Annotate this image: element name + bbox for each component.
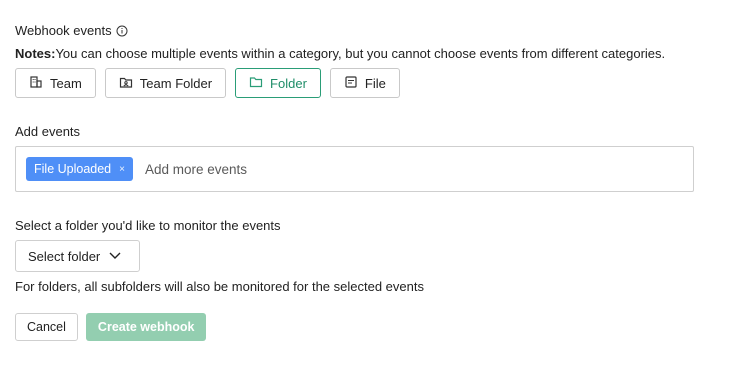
category-team-label: Team <box>50 75 82 91</box>
category-file-label: File <box>364 75 386 91</box>
file-icon <box>344 75 358 92</box>
category-team-folder-button[interactable]: Team Folder <box>104 68 227 98</box>
webhook-events-title: Webhook events <box>15 23 128 38</box>
events-input-box[interactable]: File Uploaded × <box>15 146 694 192</box>
category-file-button[interactable]: File <box>329 68 400 98</box>
event-chip-label: File Uploaded <box>34 162 112 176</box>
select-folder-text: Select folder <box>28 248 101 264</box>
cancel-button[interactable]: Cancel <box>15 313 78 341</box>
close-icon[interactable]: × <box>119 164 125 175</box>
add-more-events-input[interactable] <box>144 161 445 177</box>
notes: Notes:You can choose multiple events wit… <box>15 46 665 61</box>
chevron-down-icon <box>108 248 122 265</box>
category-folder-button[interactable]: Folder <box>235 68 321 98</box>
add-events-label: Add events <box>15 124 81 139</box>
webhook-events-label: Webhook events <box>15 23 112 38</box>
info-icon[interactable] <box>116 25 128 37</box>
notes-label: Notes: <box>15 46 56 61</box>
category-team-folder-label: Team Folder <box>139 75 213 91</box>
create-webhook-button[interactable]: Create webhook <box>85 313 207 341</box>
select-folder-label: Select a folder you'd like to monitor th… <box>15 218 281 233</box>
category-folder-label: Folder <box>270 75 307 91</box>
action-buttons: Cancel Create webhook <box>15 313 207 341</box>
folder-icon <box>249 75 263 92</box>
subfolders-help-text: For folders, all subfolders will also be… <box>15 279 424 294</box>
category-buttons: Team Team Folder Folder File <box>15 68 400 98</box>
building-icon <box>29 75 43 92</box>
team-folder-icon <box>119 75 133 92</box>
category-team-button[interactable]: Team <box>15 68 96 98</box>
select-folder-dropdown[interactable]: Select folder <box>15 240 140 272</box>
event-chip: File Uploaded × <box>26 157 133 181</box>
notes-text: You can choose multiple events within a … <box>55 46 666 61</box>
